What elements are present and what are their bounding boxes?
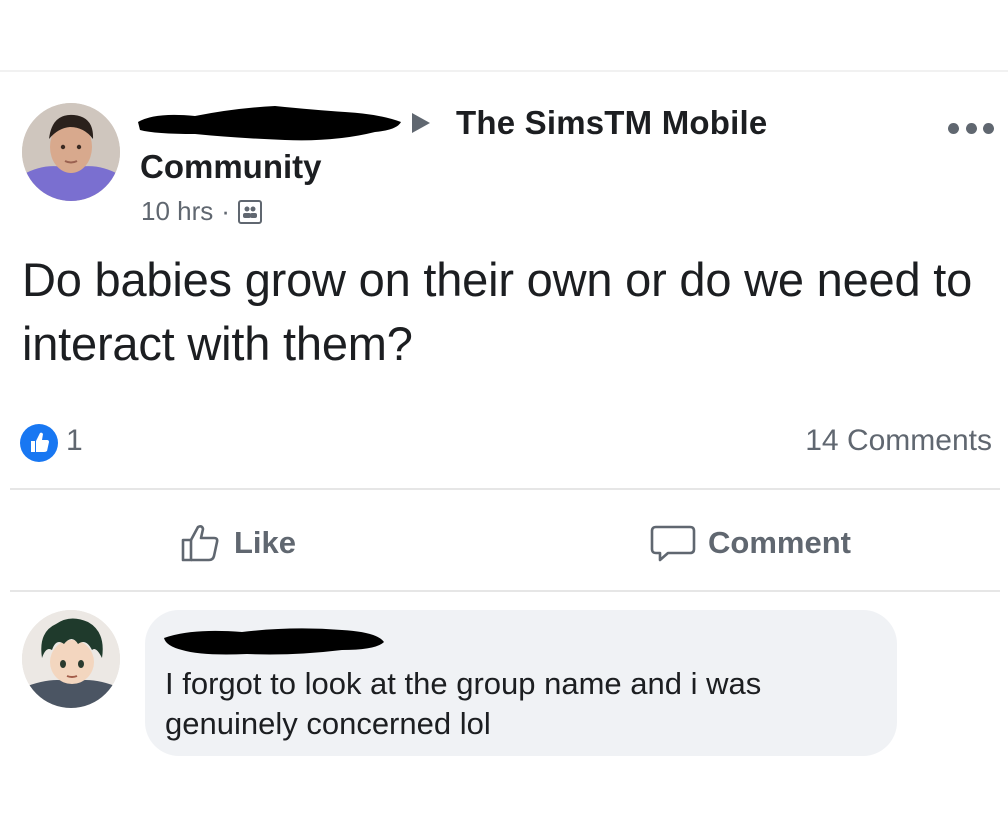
play-triangle-icon	[412, 113, 430, 133]
group-name-link[interactable]: The SimsTM Mobile	[456, 104, 767, 142]
top-divider	[0, 70, 1008, 72]
comment-button[interactable]: Comment	[650, 515, 851, 571]
more-options-icon[interactable]	[948, 118, 994, 138]
divider	[10, 590, 1000, 592]
commenter-name-redaction	[164, 628, 384, 655]
group-members-icon	[237, 199, 262, 224]
thumbs-up-icon	[181, 525, 219, 562]
post-timestamp[interactable]: 10 hrs	[141, 196, 213, 227]
divider	[10, 488, 1000, 490]
like-button-label: Like	[234, 525, 297, 560]
meta-separator: ·	[221, 196, 230, 226]
poster-avatar[interactable]	[22, 103, 120, 201]
comment-text: I forgot to look at the group name and i…	[165, 666, 762, 741]
comment-button-label: Comment	[708, 525, 851, 560]
author-name-redaction	[138, 106, 401, 141]
like-reaction-icon[interactable]	[20, 424, 58, 462]
group-name-link-continued[interactable]: Community	[140, 148, 322, 186]
speech-bubble-icon	[650, 525, 696, 562]
like-count[interactable]: 1	[66, 424, 83, 458]
comment-count[interactable]: 14 Comments	[805, 424, 992, 458]
post-meta: 10 hrs ·	[141, 196, 262, 227]
commenter-avatar[interactable]	[22, 610, 120, 708]
post-text: Do babies grow on their own or do we nee…	[22, 253, 973, 370]
like-button[interactable]: Like	[180, 515, 296, 571]
